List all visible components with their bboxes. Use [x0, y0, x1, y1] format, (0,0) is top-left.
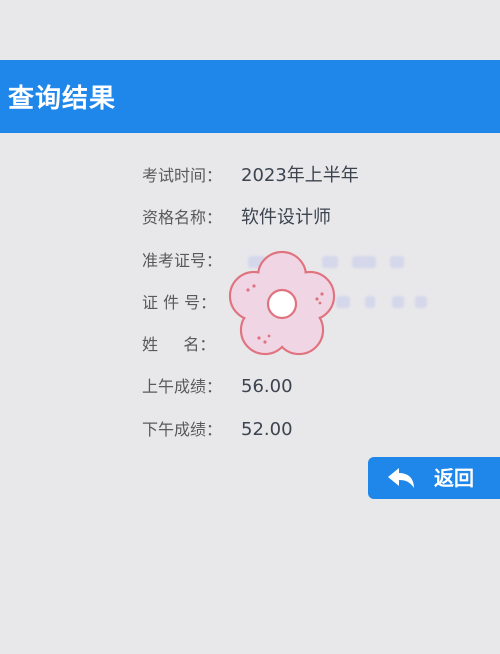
flower-sticker-icon — [228, 250, 336, 356]
morning-score-label: 上午成绩： — [142, 377, 223, 396]
back-arrow-icon — [388, 468, 414, 488]
morning-score-value: 56.00 — [241, 376, 293, 397]
redaction-blur — [392, 296, 404, 308]
redaction-blur — [352, 256, 376, 268]
afternoon-score-value: 52.00 — [241, 419, 293, 440]
redaction-blur — [390, 256, 404, 268]
exam-time-row: 考试时间： 2023年上半年 — [0, 161, 500, 191]
redaction-blur — [415, 296, 427, 308]
name-label: 姓 名： — [142, 335, 216, 354]
back-button-label: 返回 — [434, 466, 474, 490]
admission-number-label: 准考证号： — [142, 251, 223, 270]
qualification-row: 资格名称： 软件设计师 — [0, 203, 500, 233]
qualification-label: 资格名称： — [142, 208, 223, 227]
page-title: 查询结果 — [8, 84, 117, 114]
afternoon-score-row: 下午成绩： 52.00 — [0, 415, 500, 445]
exam-time-label: 考试时间： — [142, 166, 223, 185]
id-number-label: 证 件 号： — [142, 293, 217, 312]
exam-time-value: 2023年上半年 — [241, 165, 359, 186]
redaction-blur — [365, 296, 375, 308]
morning-score-row: 上午成绩： 56.00 — [0, 372, 500, 402]
qualification-value: 软件设计师 — [241, 207, 331, 228]
page-header: 查询结果 — [0, 60, 500, 133]
back-button[interactable]: 返回 — [368, 457, 500, 499]
afternoon-score-label: 下午成绩： — [142, 420, 223, 439]
